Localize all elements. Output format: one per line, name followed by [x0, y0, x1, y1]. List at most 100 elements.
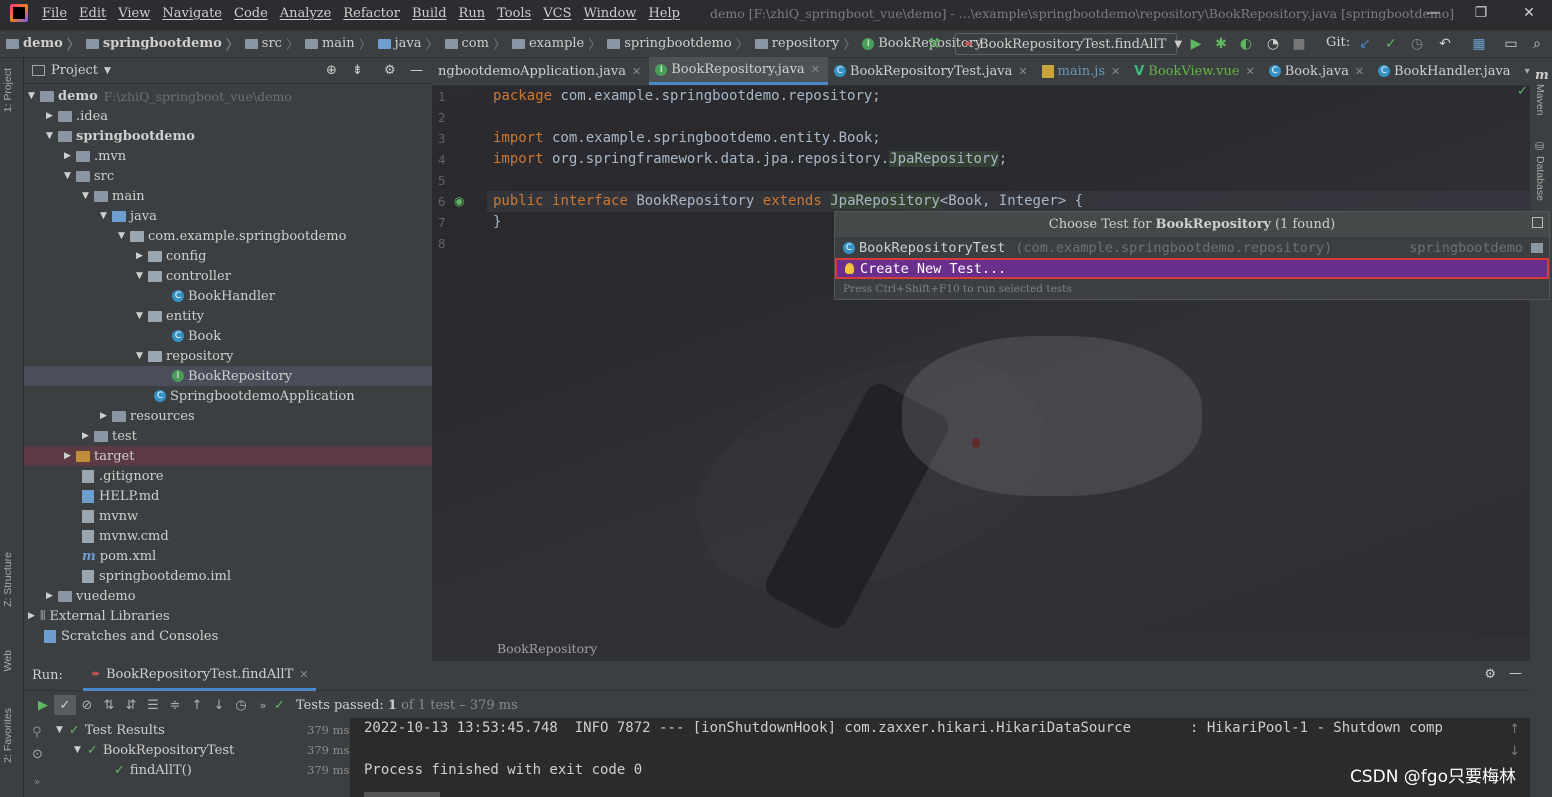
- test-results-root[interactable]: ▼ ✓ Test Results 379 ms: [56, 720, 349, 740]
- close-tab-icon[interactable]: ✕: [1355, 65, 1364, 78]
- tree-item-book[interactable]: C Book: [24, 326, 432, 346]
- tool-window-project[interactable]: 1: Project: [2, 68, 14, 112]
- test-class-row[interactable]: ▼ ✓ BookRepositoryTest 379 ms: [74, 740, 349, 760]
- breadcrumb-repository[interactable]: repository 〉: [749, 34, 856, 53]
- screenshot-icon[interactable]: ⊙: [32, 747, 43, 762]
- tab-bookrepository[interactable]: I BookRepository.java ✕: [649, 57, 828, 85]
- menu-view[interactable]: View: [118, 6, 150, 21]
- gear-icon[interactable]: ⚙: [384, 63, 396, 78]
- tool-window-favorites[interactable]: 2: Favorites: [2, 708, 14, 763]
- tree-item-scratches[interactable]: Scratches and Consoles: [24, 626, 432, 646]
- git-history-icon[interactable]: ◷: [1408, 35, 1426, 53]
- tree-item-config[interactable]: ▶ config: [24, 246, 432, 266]
- tab-application[interactable]: ngbootdemoApplication.java ✕: [432, 57, 649, 85]
- tool-window-structure[interactable]: Z: Structure: [2, 552, 14, 607]
- breadcrumb-springbootdemo[interactable]: springbootdemo 〉: [80, 34, 239, 53]
- coverage-icon[interactable]: ◐: [1237, 35, 1255, 53]
- more-icon[interactable]: »: [252, 695, 274, 715]
- close-tab-icon[interactable]: ✕: [1246, 65, 1255, 78]
- scroll-down-icon[interactable]: ↓: [1509, 744, 1520, 759]
- pin-tab-icon[interactable]: ⚲: [32, 725, 42, 740]
- close-icon[interactable]: ✕: [1506, 0, 1552, 26]
- test-method-row[interactable]: ✓ findAllT() 379 ms: [114, 760, 349, 780]
- tree-item-bookhandler[interactable]: C BookHandler: [24, 286, 432, 306]
- tree-item-mvn[interactable]: ▶ .mvn: [24, 146, 432, 166]
- tree-item-bookrepository[interactable]: I BookRepository: [24, 366, 432, 386]
- tool-window-web[interactable]: Web: [2, 650, 14, 671]
- debug-icon[interactable]: ✱: [1212, 35, 1230, 53]
- show-ignored-icon[interactable]: ⊘: [76, 695, 98, 715]
- close-tab-icon[interactable]: ✕: [632, 65, 641, 78]
- project-structure-icon[interactable]: ▦: [1470, 35, 1488, 53]
- tree-item-help-md[interactable]: HELP.md: [24, 486, 432, 506]
- close-tab-icon[interactable]: ✕: [811, 63, 820, 76]
- minimize-icon[interactable]: —: [1410, 0, 1456, 26]
- expand-all-icon[interactable]: ☰: [142, 695, 164, 715]
- close-tab-icon[interactable]: ✕: [1111, 65, 1120, 78]
- tree-item-springbootdemo[interactable]: ▼ springbootdemo: [24, 126, 432, 146]
- git-rollback-icon[interactable]: ↶: [1436, 35, 1454, 53]
- horizontal-scrollbar[interactable]: [364, 792, 440, 797]
- inspection-ok-icon[interactable]: ✓: [1517, 86, 1528, 99]
- run-icon[interactable]: ▶: [1187, 35, 1205, 53]
- run-configuration-select[interactable]: ◂▸ BookRepositoryTest.findAllT ▼: [955, 33, 1182, 55]
- menu-code[interactable]: Code: [234, 6, 268, 21]
- tree-item-mvnw[interactable]: mvnw: [24, 506, 432, 526]
- tree-item-java[interactable]: ▼ java: [24, 206, 432, 226]
- collapse-all-icon[interactable]: ≑: [164, 695, 186, 715]
- tree-item-demo[interactable]: ▼ demo F:\zhiQ_springboot_vue\demo: [24, 86, 432, 106]
- show-passed-icon[interactable]: ✓: [54, 695, 76, 715]
- menu-refactor[interactable]: Refactor: [343, 6, 400, 21]
- next-icon[interactable]: ↓: [208, 695, 230, 715]
- stop-icon[interactable]: ■: [1290, 35, 1308, 53]
- restore-icon[interactable]: ❐: [1458, 0, 1504, 26]
- locate-icon[interactable]: ⊕: [326, 63, 337, 78]
- menu-run[interactable]: Run: [459, 6, 486, 21]
- test-item-bookrepositorytest[interactable]: C BookRepositoryTest (com.example.spring…: [835, 237, 1549, 258]
- tree-item-mvnw-cmd[interactable]: mvnw.cmd: [24, 526, 432, 546]
- history-icon[interactable]: ◷: [230, 695, 252, 715]
- create-new-test-item[interactable]: Create New Test...: [835, 258, 1549, 279]
- menu-analyze[interactable]: Analyze: [280, 6, 332, 21]
- tree-item-src[interactable]: ▼ src: [24, 166, 432, 186]
- breadcrumb-src[interactable]: src 〉: [239, 34, 299, 53]
- collapse-all-icon[interactable]: ⇟: [352, 63, 363, 78]
- menu-file[interactable]: File: [42, 6, 67, 21]
- run-tab[interactable]: ◂▸ BookRepositoryTest.findAllT ✕: [82, 661, 317, 691]
- tool-window-database[interactable]: Database: [1534, 156, 1546, 201]
- tree-item-target[interactable]: ▶ target: [24, 446, 432, 466]
- close-tab-icon[interactable]: ✕: [1018, 65, 1027, 78]
- tab-bookhandler-java[interactable]: C BookHandler.java: [1372, 57, 1519, 85]
- previous-icon[interactable]: ↑: [186, 695, 208, 715]
- hide-panel-icon[interactable]: —: [410, 63, 423, 78]
- menu-vcs[interactable]: VCS: [543, 6, 571, 21]
- git-commit-icon[interactable]: ✓: [1382, 35, 1400, 53]
- tree-item-external-libraries[interactable]: ▶ ⫴ External Libraries: [24, 606, 432, 626]
- more-icon[interactable]: »: [34, 777, 40, 788]
- sort-alpha-icon[interactable]: ⇅: [98, 695, 120, 715]
- breadcrumb-com[interactable]: com 〉: [439, 34, 506, 53]
- hide-panel-icon[interactable]: —: [1509, 666, 1522, 681]
- tree-item-entity[interactable]: ▼ entity: [24, 306, 432, 326]
- tab-bookrepositorytest[interactable]: C BookRepositoryTest.java ✕: [828, 57, 1036, 85]
- profile-icon[interactable]: ◔: [1264, 35, 1282, 53]
- tree-item-resources[interactable]: ▶ resources: [24, 406, 432, 426]
- tab-main-js[interactable]: main.js ✕: [1036, 57, 1129, 85]
- code-editor[interactable]: 1 2 3 4 5 6 7 8 ◉ package com.example.sp…: [432, 86, 1530, 635]
- tree-item-test[interactable]: ▶ test: [24, 426, 432, 446]
- menu-window[interactable]: Window: [583, 6, 636, 21]
- menu-build[interactable]: Build: [412, 6, 447, 21]
- breadcrumb-java[interactable]: java 〉: [372, 34, 439, 53]
- tree-item-vuedemo[interactable]: ▶ vuedemo: [24, 586, 432, 606]
- menu-tools[interactable]: Tools: [497, 6, 531, 21]
- tree-item-package[interactable]: ▼ com.example.springbootdemo: [24, 226, 432, 246]
- chevron-down-icon[interactable]: ▼: [104, 66, 111, 76]
- tree-item-pom[interactable]: m pom.xml: [24, 546, 432, 566]
- pin-icon[interactable]: [1532, 217, 1543, 228]
- breadcrumb-main[interactable]: main 〉: [299, 34, 372, 53]
- rerun-icon[interactable]: ▶: [32, 695, 54, 715]
- tree-item-idea[interactable]: ▶ .idea: [24, 106, 432, 126]
- project-view-select[interactable]: Project: [51, 63, 98, 78]
- layout-icon[interactable]: ▭: [1502, 35, 1520, 53]
- sort-duration-icon[interactable]: ⇵: [120, 695, 142, 715]
